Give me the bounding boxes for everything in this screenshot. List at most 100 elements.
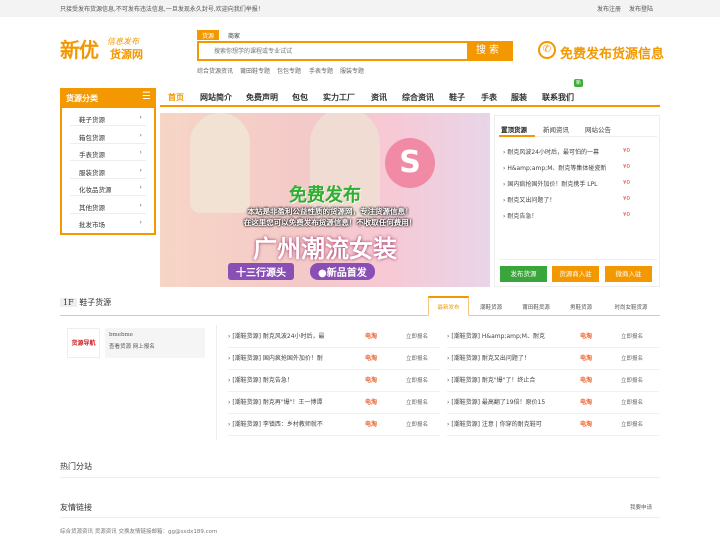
item-price: ¥0 <box>623 148 630 154</box>
signup-link[interactable]: 立即报名 <box>406 348 428 370</box>
hot-link[interactable]: 包包专题 <box>277 66 301 75</box>
list-item[interactable]: › 耐克又出问题了！ <box>503 195 623 204</box>
hot-link[interactable]: 服装专题 <box>340 66 364 75</box>
list-item[interactable]: › 耐克风波24小时后，最可怕的一幕 <box>503 147 623 156</box>
register-link[interactable]: 发布注册 <box>597 4 621 13</box>
free-publish-banner[interactable]: 免费发布货源信息 <box>560 43 664 62</box>
signup-link[interactable]: 立即报名 <box>406 392 428 414</box>
tab-notice[interactable]: 网站公告 <box>585 124 611 134</box>
goods-list-left: › [潮鞋货源] 耐克风波24小时后，最 电淘 立即报名 › [潮鞋货源] 国内疯抢… <box>228 326 440 436</box>
row-tag: 电淘 <box>580 377 593 384</box>
vendor-links[interactable]: 查看货源 网上报名 <box>109 342 201 350</box>
nav-item[interactable]: 联系我们 <box>542 92 574 103</box>
apply-link[interactable]: 我要申请 <box>630 503 652 511</box>
nav-item[interactable]: 手表 <box>481 92 497 103</box>
nav-item[interactable]: 免费声明 <box>246 92 278 103</box>
row-title: [潮鞋货源] 李镇西：乡村教师就不 <box>232 421 323 428</box>
login-link[interactable]: 发布登陆 <box>629 4 653 13</box>
table-row[interactable]: › [潮鞋货源] 最高翻了19倍！原价15 电淘 立即报名 <box>447 392 659 414</box>
list-item[interactable]: › 耐克告急！ <box>503 211 623 220</box>
hero-banner[interactable]: S 免费发布 本站是非盈利公益性质的货源网，专注货源信息！ 在这里您可以免费发布货… <box>160 113 490 287</box>
hot-link[interactable]: 莆田鞋专题 <box>240 66 270 75</box>
sidebar-item[interactable]: 箱包货源 › <box>70 128 146 144</box>
floor-tab[interactable]: 潮鞋货源 <box>472 302 510 315</box>
signup-link[interactable]: 立即报名 <box>621 370 643 392</box>
banner-line: 本站是非盈利公益性质的货源网，专注货源信息！ <box>247 207 413 216</box>
signup-link[interactable]: 立即报名 <box>406 370 428 392</box>
signup-link[interactable]: 立即报名 <box>621 392 643 414</box>
row-tag: 电淘 <box>365 355 378 362</box>
signup-link[interactable]: 立即报名 <box>406 414 428 436</box>
signup-link[interactable]: 立即报名 <box>621 348 643 370</box>
list-item[interactable]: › H&amp;amp;M、耐克等集体碰瓷新 <box>503 163 623 172</box>
list-item[interactable]: › 国内疯抢国外加价！耐克携手 LPL <box>503 179 623 188</box>
sidebar-item-label: 批发市场 <box>79 221 105 229</box>
item-price: ¥0 <box>623 196 630 202</box>
row-title: [潮鞋货源] 国内疯抢国外加价！耐 <box>232 355 323 362</box>
friend-links-heading: 友情链接 <box>60 503 92 512</box>
row-title: [潮鞋货源] 耐克告急！ <box>232 377 293 384</box>
table-row[interactable]: › [潮鞋货源] H&amp;amp;M、耐克 电淘 立即报名 <box>447 326 659 348</box>
hot-link[interactable]: 手表专题 <box>309 66 333 75</box>
floor-tab-latest[interactable]: 最新发布 <box>428 296 469 316</box>
sidebar-item-label: 箱包货源 <box>79 133 105 142</box>
banner-line: 在这里您可以免费发布货源信息！不收取任何费用！ <box>243 218 417 227</box>
search-tab-merchants[interactable]: 商家 <box>223 30 245 40</box>
nav-item[interactable]: 实力工厂 <box>323 92 355 103</box>
table-row[interactable]: › [潮鞋货源] 耐克"爆"了！终止合 电淘 立即报名 <box>447 370 659 392</box>
floor-tab[interactable]: 男鞋货源 <box>562 302 600 315</box>
hot-link[interactable]: 综合货源资讯 <box>197 66 233 75</box>
table-row[interactable]: › [潮鞋货源] 耐克告急！ 电淘 立即报名 <box>228 370 440 392</box>
vendor-logo[interactable]: 货源导航 <box>67 328 100 358</box>
sidebar-item[interactable]: 鞋子货源 › <box>70 110 146 126</box>
nav-item[interactable]: 包包 <box>292 92 308 103</box>
chevron-right-icon: › <box>139 218 142 226</box>
sidebar-item[interactable]: 其他货源 › <box>70 198 146 214</box>
goods-list-right: › [潮鞋货源] H&amp;amp;M、耐克 电淘 立即报名 › [潮鞋货源] 耐… <box>447 326 659 436</box>
phone-icon: ✆ <box>538 41 556 59</box>
sidebar-item-label: 服装货源 <box>79 168 105 177</box>
tab-top-goods[interactable]: 置顶货源 <box>501 124 527 134</box>
table-row[interactable]: › [潮鞋货源] 耐克又出问题了！ 电淘 立即报名 <box>447 348 659 370</box>
sidebar-header: 货源分类 ☰ <box>60 88 156 108</box>
nav-item[interactable]: 服装 <box>511 92 527 103</box>
item-price: ¥0 <box>623 164 630 170</box>
table-row[interactable]: › [潮鞋货源] 耐克风波24小时后，最 电淘 立即报名 <box>228 326 440 348</box>
floor-tab[interactable]: 莆田鞋货源 <box>514 302 558 315</box>
sidebar-item[interactable]: 批发市场 › <box>70 215 146 231</box>
chevron-right-icon: › <box>139 200 142 209</box>
friend-links-list[interactable]: 综合货源资讯 货源资讯 交换友情链接邮箱：gg@sxdx189.com <box>60 527 217 535</box>
sidebar-item[interactable]: 化妆品货源 › <box>70 180 146 196</box>
wechat-join-button[interactable]: 微商入驻 <box>605 266 652 282</box>
nav-item[interactable]: 鞋子 <box>449 92 465 103</box>
sidebar-title: 货源分类 <box>66 94 98 103</box>
nav-item[interactable]: 资讯 <box>371 92 387 103</box>
search-input[interactable] <box>199 43 469 59</box>
sidebar-item-label: 化妆品货源 <box>79 186 112 194</box>
publish-goods-button[interactable]: 发布货源 <box>500 266 547 282</box>
table-row[interactable]: › [潮鞋货源] 注意 | 你穿的耐克鞋可 电淘 立即报名 <box>447 414 659 436</box>
floor-tab[interactable]: 时尚女鞋货源 <box>604 302 658 315</box>
row-title: [潮鞋货源] 最高翻了19倍！原价15 <box>451 399 546 406</box>
search-tab-goods[interactable]: 货源 <box>197 30 220 40</box>
site-logo[interactable]: 新优 信息发布 货源网 <box>60 34 155 64</box>
signup-link[interactable]: 立即报名 <box>406 326 428 348</box>
signup-link[interactable]: 立即报名 <box>621 326 643 348</box>
tab-news[interactable]: 新闻资讯 <box>543 124 569 134</box>
search-box: ○ 搜索 <box>197 41 513 61</box>
sidebar-item-label: 手表货源 <box>79 151 105 159</box>
sidebar-item[interactable]: 服装货源 › <box>70 163 146 179</box>
supplier-join-button[interactable]: 货源商入驻 <box>552 266 599 282</box>
search-button[interactable]: 搜索 <box>467 43 511 59</box>
divider <box>60 517 660 518</box>
table-row[interactable]: › [潮鞋货源] 耐克再"爆"！王一博谭 电淘 立即报名 <box>228 392 440 414</box>
nav-item[interactable]: 网站简介 <box>200 92 232 103</box>
signup-link[interactable]: 立即报名 <box>621 414 643 436</box>
vendor-name[interactable]: bmebme <box>109 332 201 338</box>
nav-item-home[interactable]: 首页 <box>168 92 184 103</box>
sidebar-item[interactable]: 手表货源 › <box>70 145 146 161</box>
nav-item[interactable]: 综合资讯 <box>402 92 434 103</box>
divider <box>499 259 657 260</box>
table-row[interactable]: › [潮鞋货源] 国内疯抢国外加价！耐 电淘 立即报名 <box>228 348 440 370</box>
table-row[interactable]: › [潮鞋货源] 李镇西：乡村教师就不 电淘 立即报名 <box>228 414 440 436</box>
